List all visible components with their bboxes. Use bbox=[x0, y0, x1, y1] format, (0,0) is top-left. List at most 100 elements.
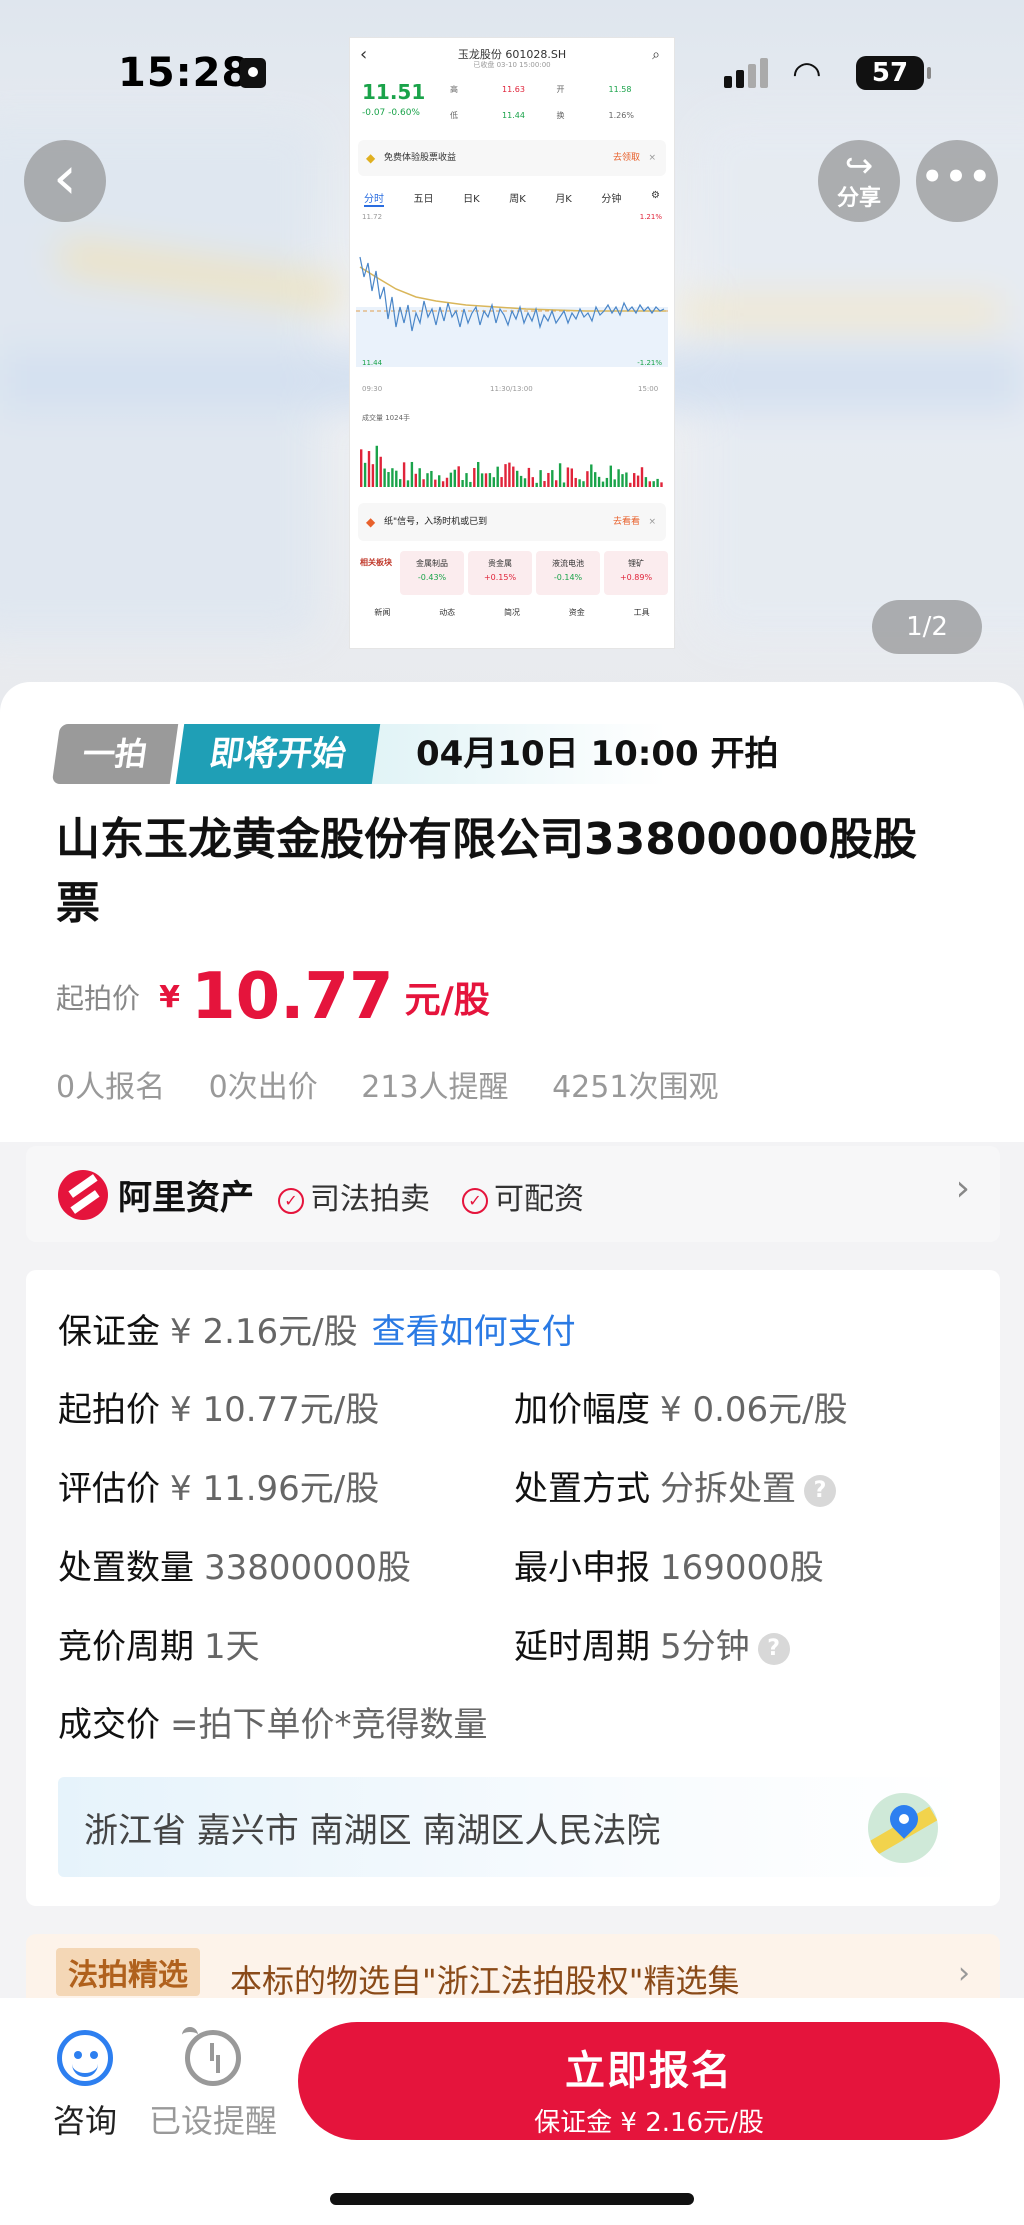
volume-bar bbox=[601, 481, 605, 487]
chart-tab: 月K bbox=[555, 194, 572, 205]
volume-bar bbox=[574, 477, 577, 487]
detail-deal-price: 成交价 =拍下单价*竞得数量 bbox=[58, 1697, 488, 1746]
volume-bar bbox=[527, 467, 531, 487]
volume-bar bbox=[578, 479, 581, 487]
detail-label: 处置方式 bbox=[514, 1469, 650, 1509]
sector-head: 相关板块 bbox=[360, 558, 392, 567]
chart-tab: 分钟 bbox=[601, 194, 622, 205]
reminder-button[interactable]: 已设提醒 bbox=[148, 2027, 278, 2142]
detail-value: 1天 bbox=[204, 1627, 260, 1667]
check-icon: ✓ bbox=[278, 1187, 304, 1214]
volume-bar bbox=[594, 472, 597, 487]
volume-bar bbox=[367, 451, 371, 487]
address-text: 浙江省 嘉兴市 南湖区 南湖区人民法院 bbox=[84, 1811, 661, 1851]
volume-bar bbox=[449, 472, 453, 487]
chevron-right-icon: › bbox=[955, 1168, 970, 1209]
volume-bar bbox=[656, 478, 659, 487]
volume-bar bbox=[441, 481, 445, 487]
volume-bar bbox=[500, 477, 503, 487]
reminder-label: 已设提醒 bbox=[148, 2102, 277, 2140]
volume-bar bbox=[375, 445, 378, 487]
detail-label: 加价幅度 bbox=[514, 1390, 650, 1430]
chart-bottom-right-label: -1.21% bbox=[637, 359, 662, 367]
detail-label: 评估价 bbox=[58, 1469, 160, 1509]
detail-value: 5分钟 bbox=[660, 1627, 750, 1667]
stat-signups: 0人报名 bbox=[56, 1070, 166, 1105]
volume-bar bbox=[504, 464, 507, 487]
screenshot-nav-item: 动态 bbox=[439, 608, 456, 617]
volume-bar bbox=[484, 473, 488, 487]
status-time: 15:28 bbox=[118, 50, 251, 96]
volume-bar bbox=[477, 461, 480, 487]
volume-bar bbox=[562, 482, 566, 487]
more-button[interactable]: ••• bbox=[916, 140, 998, 222]
auction-status-tag: 即将开始 bbox=[175, 724, 381, 784]
customer-service-icon bbox=[57, 2030, 113, 2086]
stat-reminders: 213人提醒 bbox=[361, 1070, 509, 1105]
volume-bar bbox=[383, 468, 386, 487]
price-label: 起拍价 bbox=[56, 982, 141, 1015]
sector-item: 锂矿 +0.89% bbox=[604, 551, 668, 595]
badge-judicial-auction: ✓ 司法拍卖 bbox=[278, 1174, 430, 1218]
volume-bar bbox=[410, 461, 414, 487]
share-label: 分享 bbox=[836, 186, 881, 211]
volume-bar bbox=[418, 468, 421, 487]
volume-bar bbox=[379, 456, 382, 487]
detail-label: 竞价周期 bbox=[58, 1627, 194, 1667]
detail-value: 33800000股 bbox=[204, 1548, 412, 1588]
how-to-pay-link[interactable]: 查看如何支付 bbox=[372, 1312, 576, 1352]
detail-value: ¥ 0.06元/股 bbox=[660, 1390, 848, 1430]
image-gallery[interactable]: ‹ 玉龙股份 601028.SH ⌕ 已收盘 03-10 15:00:00 11… bbox=[0, 0, 1024, 720]
volume-bar bbox=[430, 470, 433, 487]
volume-bar bbox=[434, 479, 437, 487]
currency-symbol: ¥ bbox=[159, 979, 180, 1015]
detail-bid-period: 竞价周期 1天 bbox=[58, 1619, 260, 1668]
gift-icon: ◆ bbox=[366, 515, 376, 529]
court-address[interactable]: 浙江省 嘉兴市 南湖区 南湖区人民法院 bbox=[58, 1777, 968, 1877]
selection-tag: 法拍精选 bbox=[56, 1948, 200, 1996]
settings-icon: ⚙ bbox=[650, 190, 660, 201]
volume-bar bbox=[644, 477, 648, 487]
alarm-clock-icon bbox=[182, 2027, 241, 2086]
volume-bar bbox=[363, 462, 367, 487]
consult-button[interactable]: 咨询 bbox=[20, 2030, 150, 2142]
volume-bar bbox=[414, 473, 417, 487]
help-icon[interactable]: ? bbox=[757, 1632, 790, 1665]
volume-bar bbox=[422, 479, 425, 487]
ali-assets-logo-icon bbox=[58, 1170, 108, 1220]
detail-value: 分拆处置 bbox=[660, 1469, 796, 1509]
stat-views: 4251次围观 bbox=[552, 1070, 719, 1105]
volume-bar bbox=[480, 473, 484, 487]
back-button[interactable]: ‹ bbox=[24, 140, 106, 222]
detail-label: 处置数量 bbox=[58, 1548, 194, 1588]
sector-item: 液流电池 -0.14% bbox=[536, 551, 600, 595]
help-icon[interactable]: ? bbox=[804, 1474, 836, 1507]
auction-title: 山东玉龙黄金股份有限公司33800000股股票 bbox=[56, 814, 917, 929]
volume-bar bbox=[516, 470, 519, 487]
volume-bar bbox=[473, 468, 476, 487]
volume-bar bbox=[597, 476, 601, 487]
detail-value: 169000股 bbox=[660, 1548, 824, 1588]
detail-disposal-method: 处置方式 分拆处置? bbox=[514, 1461, 836, 1510]
volume-bar bbox=[539, 470, 542, 487]
platform-bar[interactable]: 阿里资产 ✓ 司法拍卖 ✓ 可配资 › bbox=[26, 1146, 1000, 1242]
share-button[interactable]: ↪ 分享 bbox=[818, 140, 900, 222]
check-icon: ✓ bbox=[462, 1187, 488, 1214]
volume-bar bbox=[519, 475, 523, 487]
detail-value: ¥ 10.77元/股 bbox=[170, 1390, 380, 1430]
more-icon: ••• bbox=[921, 157, 993, 197]
detail-start-price: 起拍价 ¥ 10.77元/股 bbox=[58, 1382, 379, 1431]
volume-bar bbox=[492, 477, 495, 487]
volume-bar bbox=[512, 466, 515, 487]
map-icon[interactable] bbox=[868, 1793, 938, 1863]
signup-button[interactable]: 立即报名 保证金 ¥ 2.16元/股 bbox=[298, 2022, 1000, 2140]
detail-label: 成交价 bbox=[58, 1705, 160, 1745]
volume-bar bbox=[570, 468, 573, 487]
bottom-action-bar: 咨询 已设提醒 立即报名 保证金 ¥ 2.16元/股 bbox=[0, 1998, 1024, 2225]
location-pin-icon bbox=[884, 1799, 924, 1839]
detail-label: 延时周期 bbox=[514, 1627, 650, 1667]
signup-deposit: 保证金 ¥ 2.16元/股 bbox=[534, 2108, 764, 2138]
chart-tab: 周K bbox=[509, 194, 526, 205]
intraday-chart: 11.72 1.21% 11.44 -1.21% 09:30 11:30/13:… bbox=[356, 213, 668, 413]
detail-label: 保证金 bbox=[58, 1312, 160, 1352]
